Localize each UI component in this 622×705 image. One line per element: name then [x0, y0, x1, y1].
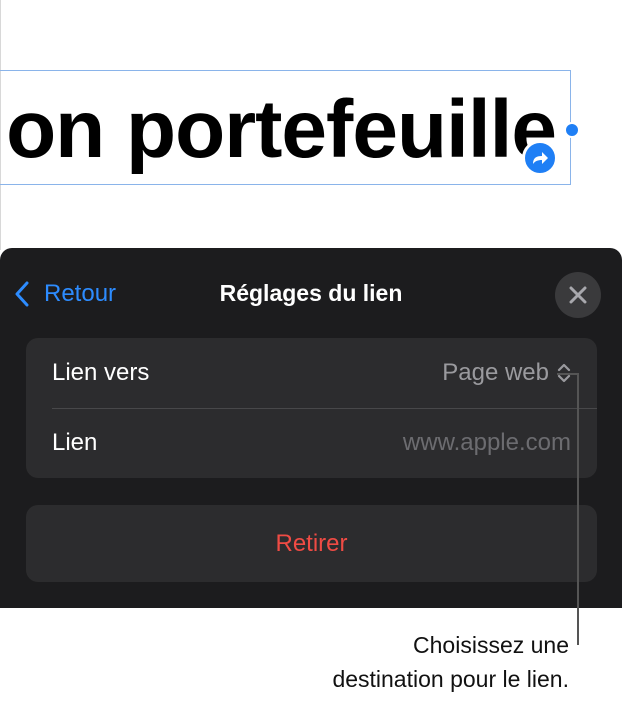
link-url-label: Lien: [52, 429, 98, 456]
link-badge-icon[interactable]: [522, 140, 558, 176]
callout-text: Choisissez une destination pour le lien.: [169, 628, 569, 696]
text-box-content[interactable]: on portefeuille: [6, 85, 557, 175]
link-type-popup[interactable]: Page web: [442, 359, 571, 387]
panel-title: Réglages du lien: [219, 280, 403, 306]
link-to-label: Lien vers: [52, 359, 150, 386]
callout-leader-vertical: [577, 373, 579, 645]
link-type-value: Page web: [442, 359, 549, 386]
link-options-group: Lien vers Page web Lien www.apple.com: [26, 338, 597, 478]
callout-line-2: destination pour le lien.: [332, 666, 569, 692]
remove-link-button[interactable]: Retirer: [26, 505, 597, 582]
arrow-turn-right-icon: [533, 152, 548, 164]
selection-handle[interactable]: [564, 122, 580, 138]
link-url-input[interactable]: www.apple.com: [403, 429, 571, 457]
selected-text-box[interactable]: on portefeuille: [0, 70, 571, 185]
xmark-icon: [569, 286, 587, 304]
link-url-row[interactable]: Lien www.apple.com: [26, 408, 597, 478]
callout-leader-horizontal: [557, 373, 578, 375]
close-button[interactable]: [555, 272, 601, 318]
callout-line-1: Choisissez une: [413, 632, 569, 658]
link-to-row[interactable]: Lien vers Page web: [26, 338, 597, 408]
